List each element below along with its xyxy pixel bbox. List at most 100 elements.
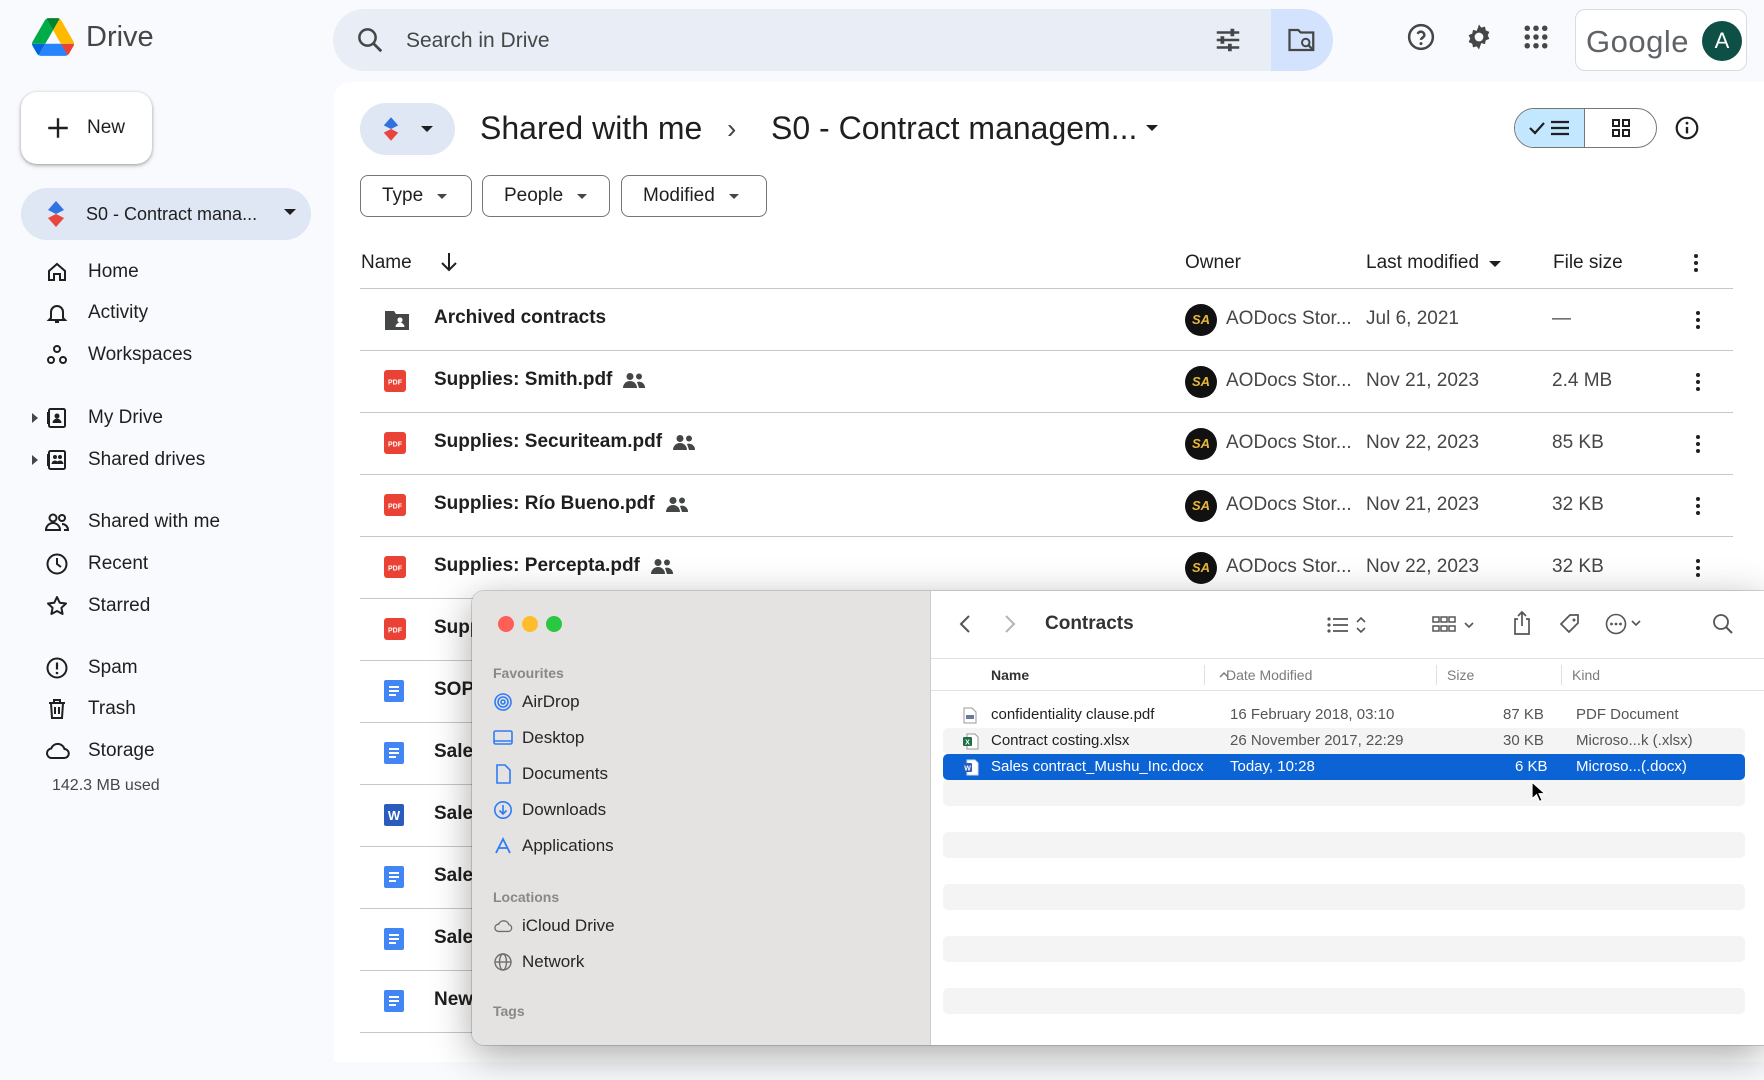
nav-home[interactable]: Home <box>44 254 139 290</box>
finder-window[interactable]: Favourites AirDrop Desktop Documents Dow… <box>472 591 1764 1045</box>
drive-logo-icon <box>32 18 74 56</box>
nav-my-drive[interactable]: My Drive <box>44 400 163 436</box>
more-actions-icon[interactable] <box>1694 433 1702 455</box>
chevron-down-icon <box>284 209 296 215</box>
cloud-icon <box>45 742 70 759</box>
finder-file-row[interactable]: confidentiality clause.pdf 16 February 2… <box>943 702 1745 728</box>
view-toggle[interactable] <box>1514 108 1657 148</box>
more-options-icon[interactable] <box>1605 613 1647 635</box>
column-name[interactable]: Name <box>361 252 412 274</box>
file-name[interactable]: New <box>434 989 473 1011</box>
column-owner[interactable]: Owner <box>1185 252 1241 274</box>
file-name[interactable]: Supplies: Securiteam.pdf <box>434 431 662 452</box>
airdrop-icon <box>494 693 512 711</box>
grid-view-button[interactable] <box>1585 109 1656 147</box>
more-actions-icon[interactable] <box>1694 309 1702 331</box>
breadcrumb-current[interactable]: S0 - Contract managem... <box>771 110 1137 147</box>
finder-column-kind[interactable]: Kind <box>1572 667 1600 683</box>
search-options-icon[interactable] <box>1213 25 1243 55</box>
search-bar[interactable]: Search in Drive <box>333 9 1333 71</box>
nav-storage-label: Storage <box>88 740 155 761</box>
nav-spam[interactable]: Spam <box>44 650 138 686</box>
column-file-size[interactable]: File size <box>1553 252 1623 274</box>
sidebar-item-downloads[interactable]: Downloads <box>493 800 606 820</box>
new-button[interactable]: New <box>21 92 152 164</box>
tag-icon[interactable] <box>1558 612 1582 636</box>
file-name[interactable]: Supplies: Percepta.pdf <box>434 555 640 576</box>
finder-column-size[interactable]: Size <box>1447 667 1474 683</box>
sidebar-item-icloud[interactable]: iCloud Drive <box>493 916 615 936</box>
finder-column-name[interactable]: Name <box>991 667 1029 683</box>
help-icon[interactable] <box>1406 22 1436 52</box>
file-row[interactable]: Archived contracts SA AODocs Stor... Jul… <box>360 288 1733 350</box>
more-actions-icon[interactable] <box>1694 557 1702 579</box>
nav-starred[interactable]: Starred <box>44 588 150 624</box>
file-row[interactable]: PDF Supplies: Smith.pdf SA AODocs Stor..… <box>360 350 1733 412</box>
file-name[interactable]: SOP <box>434 679 474 701</box>
sidebar-item-label: Applications <box>522 836 614 855</box>
drive-logo[interactable]: Drive <box>32 18 154 56</box>
filter-modified[interactable]: Modified <box>621 175 767 217</box>
account-switcher[interactable]: Google A <box>1575 9 1747 71</box>
nav-activity[interactable]: Activity <box>44 295 148 331</box>
excel-file-icon: X <box>963 733 979 750</box>
sort-dropdown-icon[interactable] <box>1488 260 1502 268</box>
file-name[interactable]: Supplies: Río Bueno.pdf <box>434 493 655 514</box>
zoom-window-button[interactable] <box>546 616 562 632</box>
filter-type[interactable]: Type <box>360 175 472 217</box>
breadcrumb-dropdown-icon[interactable] <box>1145 124 1159 133</box>
user-avatar[interactable]: A <box>1702 21 1742 61</box>
sidebar-item-desktop[interactable]: Desktop <box>493 728 584 748</box>
column-last-modified[interactable]: Last modified <box>1366 252 1479 274</box>
nav-recent[interactable]: Recent <box>44 546 148 582</box>
column-options-icon[interactable] <box>1692 252 1700 274</box>
finder-file-date: 26 November 2017, 22:29 <box>1230 732 1404 749</box>
shared-people-icon <box>665 496 688 512</box>
storage-used-text: 142.3 MB used <box>52 777 160 794</box>
finder-column-date[interactable]: Date Modified <box>1226 667 1312 683</box>
sidebar-item-airdrop[interactable]: AirDrop <box>493 692 580 712</box>
list-view-button[interactable] <box>1515 109 1586 147</box>
nav-shared-with-me[interactable]: Shared with me <box>44 504 220 540</box>
advanced-search-button[interactable] <box>1271 9 1333 71</box>
finder-file-row-selected[interactable]: W Sales contract_Mushu_Inc.docx Today, 1… <box>943 754 1745 780</box>
sidebar-item-applications[interactable]: Applications <box>493 836 614 856</box>
finder-file-row[interactable]: X Contract costing.xlsx 26 November 2017… <box>943 728 1745 754</box>
filter-people[interactable]: People <box>482 175 610 217</box>
file-row[interactable]: PDF Supplies: Securiteam.pdf SA AODocs S… <box>360 412 1733 474</box>
workspace-breadcrumb-chip[interactable] <box>360 103 455 155</box>
file-name[interactable]: Supplies: Smith.pdf <box>434 369 612 390</box>
file-row[interactable]: PDF Supplies: Río Bueno.pdf SA AODocs St… <box>360 474 1733 536</box>
settings-gear-icon[interactable] <box>1464 22 1494 52</box>
breadcrumb-root[interactable]: Shared with me <box>480 110 702 147</box>
share-icon[interactable] <box>1512 610 1532 636</box>
back-chevron-icon[interactable] <box>959 614 971 634</box>
close-window-button[interactable] <box>498 616 514 632</box>
shared-drives-expand-icon[interactable] <box>32 455 38 465</box>
finder-file-name: Contract costing.xlsx <box>991 732 1130 749</box>
people-icon <box>44 513 70 531</box>
group-view-icon[interactable] <box>1432 615 1478 635</box>
file-row[interactable]: PDF Supplies: Percepta.pdf SA AODocs Sto… <box>360 536 1733 598</box>
sidebar-item-network[interactable]: Network <box>493 952 584 972</box>
my-drive-expand-icon[interactable] <box>32 413 38 423</box>
sort-arrow-down-icon[interactable] <box>439 251 459 273</box>
search-input[interactable]: Search in Drive <box>406 29 550 53</box>
minimize-window-button[interactable] <box>522 616 538 632</box>
search-icon[interactable] <box>1712 613 1734 635</box>
forward-chevron-icon[interactable] <box>1004 614 1016 634</box>
nav-shared-drives[interactable]: Shared drives <box>44 442 205 478</box>
file-size: 85 KB <box>1552 432 1604 453</box>
list-view-icon[interactable] <box>1326 614 1370 636</box>
sidebar-item-documents[interactable]: Documents <box>493 764 608 784</box>
apps-grid-icon[interactable] <box>1521 22 1551 52</box>
file-name[interactable]: Archived contracts <box>434 307 606 329</box>
info-icon[interactable] <box>1674 115 1700 141</box>
search-icon[interactable] <box>355 25 385 55</box>
nav-storage[interactable]: Storage <box>44 733 155 769</box>
more-actions-icon[interactable] <box>1694 371 1702 393</box>
workspace-selector[interactable]: S0 - Contract mana... <box>21 188 311 240</box>
more-actions-icon[interactable] <box>1694 495 1702 517</box>
nav-workspaces[interactable]: Workspaces <box>44 337 192 373</box>
nav-trash[interactable]: Trash <box>44 691 136 727</box>
